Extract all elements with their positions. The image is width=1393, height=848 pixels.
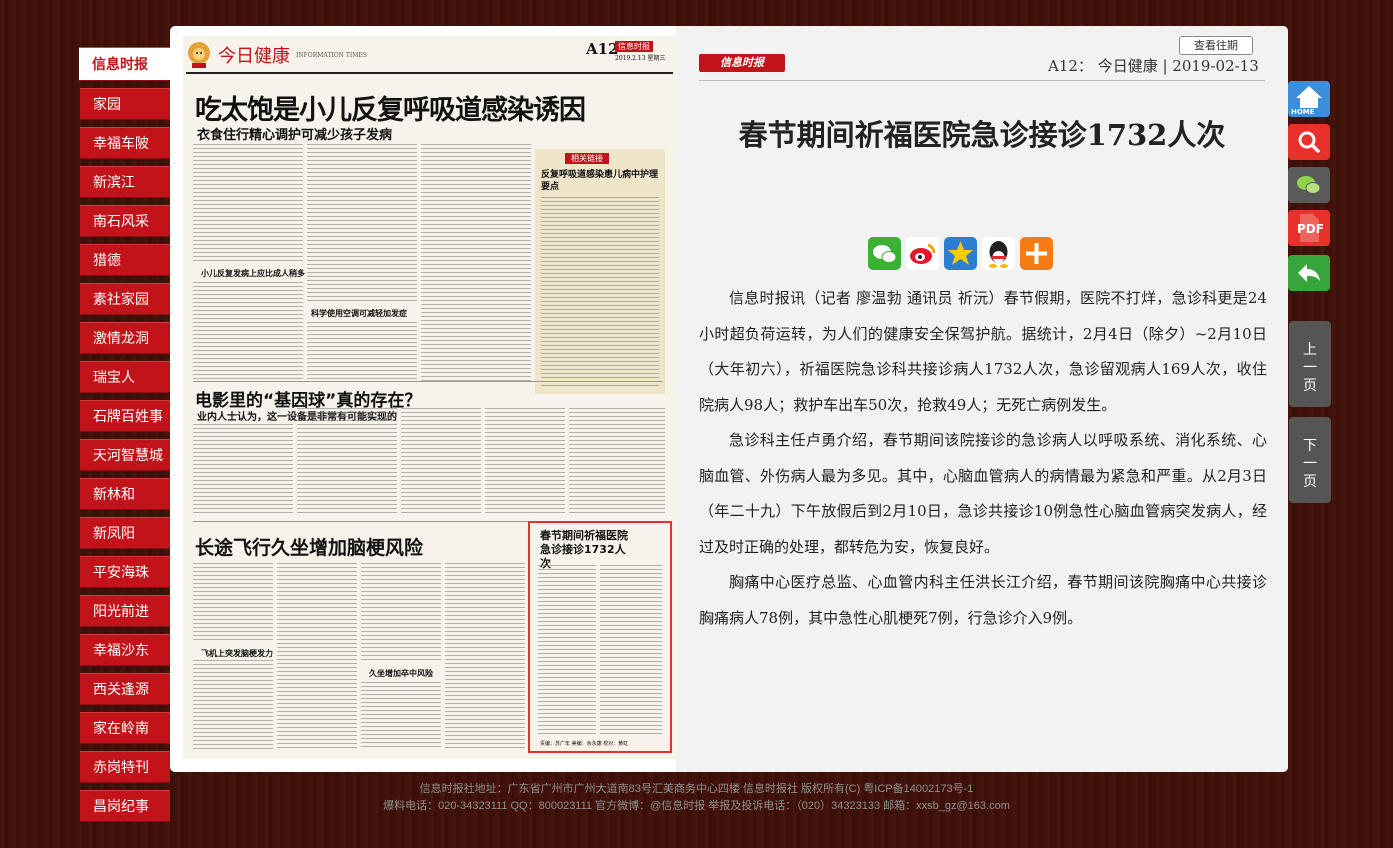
np-body-text	[193, 424, 293, 514]
np-subhead-small: 小儿反复发病上应比成人稍多	[201, 268, 305, 278]
section-rule	[193, 521, 528, 522]
brand-logo-text: 信息时报	[720, 56, 764, 69]
np-body-text	[277, 563, 357, 750]
np-body-text	[421, 144, 531, 382]
search-icon	[1298, 131, 1320, 153]
nav-item[interactable]: 猎德	[80, 244, 170, 276]
nav-item[interactable]: 家园	[80, 88, 170, 120]
nav-item[interactable]: 南石风采	[80, 205, 170, 237]
np-body-text	[193, 144, 303, 264]
nav-item[interactable]: 西关逢源	[80, 673, 170, 705]
article-paragraph: 胸痛中心医疗总监、心血管内科主任洪长江介绍，春节期间该院胸痛中心共接诊胸痛病人7…	[699, 573, 1267, 627]
footer-line-2: 爆料电话：020-34323111 QQ：800023111 官方微博：@信息时…	[383, 800, 1010, 812]
np-body-text	[193, 282, 303, 382]
np-footer-credit: 责编：苏广年 美编：余永康 校对：黄虹	[540, 741, 629, 747]
qzone-icon[interactable]	[944, 237, 977, 270]
highlighted-article-box[interactable]: 春节期间祈福医院急诊接诊1732人次 责编：苏广年 美编：余永康 校对：黄虹	[528, 521, 672, 753]
prev-page-label: 上一页	[1303, 342, 1317, 394]
wechat-share-button[interactable]	[1288, 167, 1330, 203]
nav-item[interactable]: 新滨江	[80, 166, 170, 198]
np-body-text	[361, 563, 441, 663]
nav-item[interactable]: 新凤阳	[80, 517, 170, 549]
meta-rule	[699, 80, 1265, 81]
np-sidebar-text	[541, 197, 659, 387]
pdf-button[interactable]: PDF	[1288, 210, 1330, 246]
nav-item[interactable]: 新林和	[80, 478, 170, 510]
np-sidebar-head: 反复呼吸道感染患儿病中护理要点	[541, 170, 659, 192]
np-date: 2019.2.13 星期三	[615, 55, 666, 62]
np-subhead-small-2: 科学使用空调可减轻加发症	[311, 308, 407, 318]
home-button[interactable]: HOME	[1288, 81, 1330, 117]
article-paragraph: 信息时报讯（记者 廖温勃 通讯员 祈沅）春节假期，医院不打烊，急诊科更是24小时…	[699, 289, 1267, 414]
np-body-text	[193, 563, 273, 643]
newspaper-page[interactable]: 今日健康 INFORMATION TIMES A12 信息时报 2019.2.1…	[183, 36, 676, 759]
np-section-title: 今日健康	[218, 46, 290, 67]
np-subhead-3b: 久坐增加卒中风险	[369, 668, 433, 678]
next-page-label: 下一页	[1303, 438, 1317, 490]
nav-item[interactable]: 素社家园	[80, 283, 170, 315]
np-body-text	[445, 563, 525, 750]
nav-item[interactable]: 平安海珠	[80, 556, 170, 588]
site-footer: 信息时报社地址：广东省广州市广州大道南83号汇美商务中心四楼 信息时报社 版权所…	[0, 781, 1393, 815]
qq-icon[interactable]	[982, 237, 1015, 270]
pdf-label: PDF	[1297, 222, 1324, 236]
nav-item[interactable]: 信息时报	[79, 47, 170, 81]
search-button[interactable]	[1288, 124, 1330, 160]
np-section-en: INFORMATION TIMES	[296, 52, 367, 59]
section-rule	[193, 381, 663, 382]
nav-item[interactable]: 瑞宝人	[80, 361, 170, 393]
article-title: 春节期间祈福医院急诊接诊1732人次	[738, 118, 1226, 152]
prev-page-button[interactable]: 上一页	[1289, 321, 1331, 407]
np-subhead-1: 衣食住行精心调护可减少孩子发病	[197, 128, 393, 143]
np-body-text	[307, 144, 417, 304]
article-pane: 信息时报 查看往期 A12： 今日健康 | 2019-02-13 春节期间祈福医…	[676, 26, 1288, 772]
np-body-text	[297, 408, 397, 514]
weibo-icon[interactable]	[906, 237, 939, 270]
nav-item[interactable]: 赤岗特刊	[80, 751, 170, 783]
nav-item[interactable]: 天河智慧城	[80, 439, 170, 471]
np-boxed-text	[600, 565, 662, 735]
newspaper-viewer: 今日健康 INFORMATION TIMES A12 信息时报 2019.2.1…	[170, 26, 1288, 772]
back-arrow-icon	[1298, 264, 1320, 282]
article-paragraph: 急诊科主任卢勇介绍，春节期间该院接诊的急诊病人以呼吸系统、消化系统、心脑血管、外…	[699, 431, 1267, 556]
back-button[interactable]	[1288, 255, 1330, 291]
next-page-button[interactable]: 下一页	[1289, 417, 1331, 503]
footer-line-1: 信息时报社地址：广东省广州市广州大道南83号汇美商务中心四楼 信息时报社 版权所…	[419, 783, 974, 795]
left-nav: 信息时报家园幸福车陂新滨江南石风采猎德素社家园激情龙洞瑞宝人石牌百姓事天河智慧城…	[79, 47, 170, 829]
back-issue-button[interactable]: 查看往期	[1179, 36, 1253, 55]
np-body-text	[361, 682, 441, 750]
np-headline-3: 长途飞行久坐增加脑梗风险	[195, 537, 424, 559]
np-body-text	[307, 322, 417, 382]
nav-item[interactable]: 幸福沙东	[80, 634, 170, 666]
np-body-text	[485, 408, 565, 514]
lion-logo-icon	[186, 39, 212, 69]
np-headline-1: 吃太饱是小儿反复呼吸道感染诱因	[195, 95, 586, 126]
nav-item[interactable]: 幸福车陂	[80, 127, 170, 159]
np-body-text	[569, 408, 665, 514]
home-label: HOME	[1291, 108, 1315, 116]
more-icon[interactable]	[1020, 237, 1053, 270]
np-brand: 信息时报	[615, 41, 653, 52]
np-page-no: A12	[586, 40, 619, 58]
nav-item[interactable]: 家在岭南	[80, 712, 170, 744]
masthead-rule	[186, 72, 673, 74]
np-subhead-3a: 飞机上突发脑梗发力	[201, 648, 273, 658]
wechat-icon	[1297, 176, 1321, 194]
np-body-text	[193, 660, 273, 750]
nav-item[interactable]: 激情龙洞	[80, 322, 170, 354]
nav-item[interactable]: 石牌百姓事	[80, 400, 170, 432]
np-sidebar-box: 相关链接 反复呼吸道感染患儿病中护理要点	[535, 149, 665, 394]
np-sidebar-title: 相关链接	[565, 153, 609, 164]
article-meta: A12： 今日健康 | 2019-02-13	[1048, 57, 1259, 75]
np-body-text	[401, 408, 481, 514]
article-body: 信息时报讯（记者 廖温勃 通讯员 祈沅）春节假期，医院不打烊，急诊科更是24小时…	[699, 281, 1267, 636]
np-boxed-text	[538, 565, 596, 735]
brand-logo: 信息时报	[699, 54, 785, 72]
wechat-icon[interactable]	[868, 237, 901, 270]
nav-item[interactable]: 阳光前进	[80, 595, 170, 627]
